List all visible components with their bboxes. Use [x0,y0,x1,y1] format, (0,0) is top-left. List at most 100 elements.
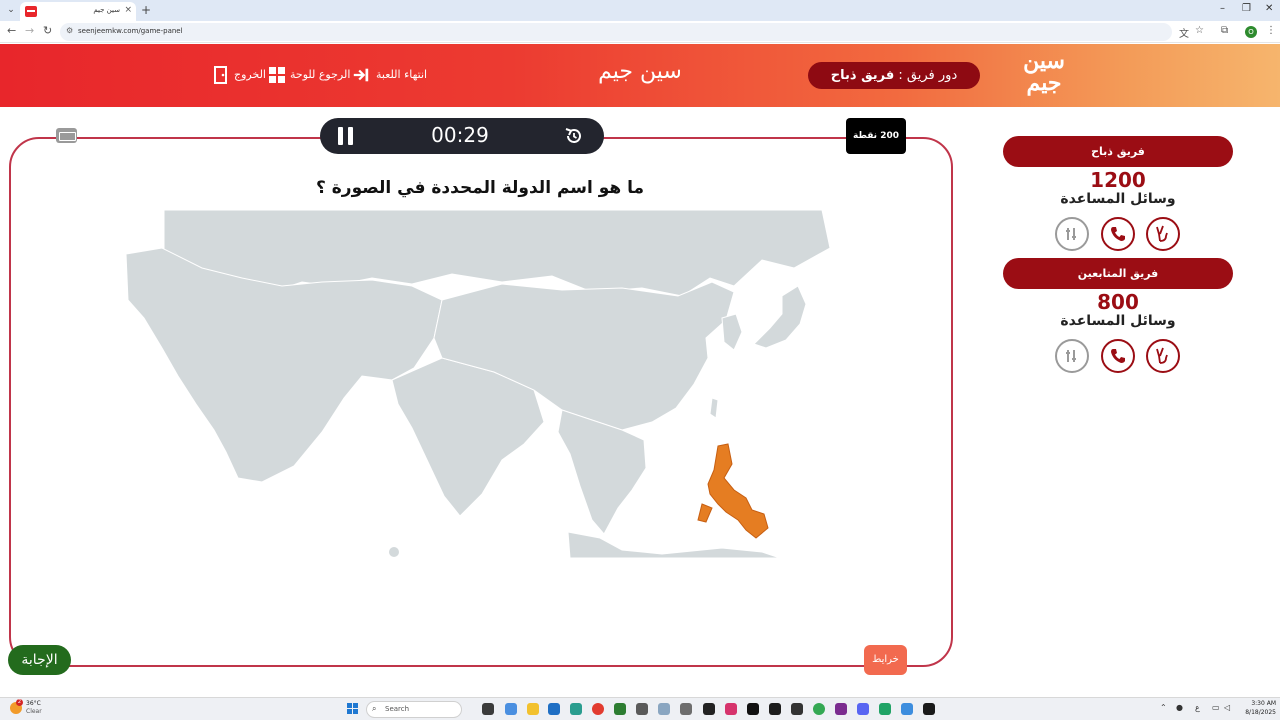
team-1-swap-question-icon[interactable] [1055,217,1089,251]
team-2-swap-question-icon[interactable] [1055,339,1089,373]
site-header: سين جيم دور فريق : فريق ذباح سين جيم انت… [0,44,1280,107]
team-2-aids-label: وسائل المساعدة [1060,313,1176,329]
search-icon: ⌕ [372,704,377,713]
team-2-double-answer-icon[interactable] [1146,339,1180,373]
task-view-icon[interactable] [482,703,494,715]
browser-toolbar: ← → ↻ ⚙ seenjeemkw.com/game-panel 文 ☆ ⧉ … [0,21,1280,43]
app-icon-4[interactable] [680,703,692,715]
app-icon-3[interactable] [658,703,670,715]
end-game-button[interactable]: انتهاء اللعبة [352,66,434,84]
volume-icon[interactable]: ◁ [1224,703,1230,712]
logo-line2: جيم [1026,70,1062,96]
back-icon[interactable]: ← [7,24,16,37]
map-highlighted-island [697,503,713,523]
team-2-score: 800 [1097,290,1139,314]
address-bar[interactable]: ⚙ seenjeemkw.com/game-panel [60,23,1172,41]
opera-icon[interactable] [592,703,604,715]
windows-taskbar: 2 36°C Clear ⌕ Search ⌃ ● ع ▭ ◁ 3:30 AM … [0,697,1280,720]
back-to-board-label: الرجوع للوحة [290,68,351,81]
new-tab-icon[interactable]: + [141,3,151,17]
search-placeholder: Search [385,705,410,713]
maps-button[interactable]: خرايط [864,645,907,675]
site-logo[interactable]: سين جيم [1016,50,1072,102]
copilot-icon[interactable] [505,703,517,715]
map-highlighted-country [707,443,769,539]
bookmark-star-icon[interactable]: ☆ [1195,25,1204,36]
start-icon[interactable] [347,703,359,715]
team-2-phone-icon[interactable] [1101,339,1135,373]
app-icon-10[interactable] [901,703,913,715]
language-icon[interactable]: ع [1195,703,1200,712]
door-icon [214,66,227,84]
team-1-phone-icon[interactable] [1101,217,1135,251]
tiktok-icon[interactable] [747,703,759,715]
tab-list-icon[interactable]: ⌄ [4,4,18,16]
answer-button[interactable]: الإجابة [8,645,71,675]
edge-icon[interactable] [570,703,582,715]
file-explorer-icon[interactable] [527,703,539,715]
weather-temp: 36°C [26,700,41,707]
logo-line1: سين [1023,48,1065,74]
weather-condition: Clear [26,708,42,715]
clock-date: 8/18/2025 [1245,709,1276,716]
system-clock[interactable]: 3:30 AM 8/18/2025 [1236,699,1276,717]
app-icon-5[interactable] [725,703,737,715]
brand-title: سين جيم [598,59,682,84]
map-land-japan [753,285,807,349]
clock-time: 3:30 AM [1251,700,1276,707]
map-land-korea [721,313,743,351]
menu-icon[interactable]: ⋮ [1266,25,1276,36]
back-to-board-button[interactable]: الرجوع للوحة [268,66,351,84]
tab-close-icon[interactable]: × [124,5,132,15]
team-1-score: 1200 [1090,168,1146,192]
exit-arrow-icon [353,68,369,82]
capcut-icon[interactable] [703,703,715,715]
app-icon-8[interactable] [835,703,847,715]
chrome-icon[interactable] [813,703,825,715]
network-icon[interactable]: ▭ [1212,703,1220,712]
reset-timer-icon[interactable] [563,125,585,147]
app-icon-9[interactable] [879,703,891,715]
browser-tab[interactable]: سين جيم × [20,2,136,21]
app-icon-6[interactable] [769,703,781,715]
team-1-name[interactable]: فريق ذباح [1003,136,1233,167]
restore-icon[interactable]: ❐ [1242,3,1251,14]
map-land-islands [567,531,781,559]
app-icon-7[interactable] [791,703,803,715]
tray-overflow-icon[interactable]: ⌃ [1160,703,1167,712]
close-window-icon[interactable]: ✕ [1265,3,1273,14]
taskbar-search[interactable]: ⌕ Search [366,701,462,718]
timer-value: 00:29 [431,123,489,147]
app-icon-2[interactable] [636,703,648,715]
turn-indicator: دور فريق : فريق ذباح [808,62,980,89]
site-info-icon[interactable]: ⚙ [66,26,73,35]
keyboard-icon[interactable] [56,128,77,143]
logout-button[interactable]: الخروج [212,66,266,84]
app-icon-11[interactable] [923,703,935,715]
team-1-aids-label: وسائل المساعدة [1060,191,1176,207]
logout-label: الخروج [234,68,266,81]
points-badge: 200 نقطة [846,118,906,154]
discord-icon[interactable] [857,703,869,715]
pause-icon[interactable] [338,127,354,145]
map-land-se-asia [557,409,647,535]
team-1-double-answer-icon[interactable] [1146,217,1180,251]
end-game-label: انتهاء اللعبة [376,68,428,81]
team-2-name[interactable]: فريق المتابعين [1003,258,1233,289]
profile-avatar[interactable]: O [1245,26,1257,38]
extensions-icon[interactable]: ⧉ [1221,25,1228,36]
microphone-icon[interactable]: ● [1176,703,1183,712]
store-icon[interactable] [548,703,560,715]
timer-bar: 00:29 [320,118,604,154]
browser-tabstrip: ⌄ سين جيم × + – ❐ ✕ [0,0,1280,21]
tab-title: سين جيم [93,6,120,14]
site-favicon-icon [25,6,37,17]
reload-icon[interactable]: ↻ [43,24,52,37]
turn-prefix: دور فريق : [898,68,958,83]
translate-icon[interactable]: 文 [1179,25,1189,40]
weather-badge: 2 [16,699,23,706]
forward-icon[interactable]: → [25,24,34,37]
minimize-icon[interactable]: – [1220,3,1225,14]
grid-icon [269,67,285,83]
app-icon-1[interactable] [614,703,626,715]
